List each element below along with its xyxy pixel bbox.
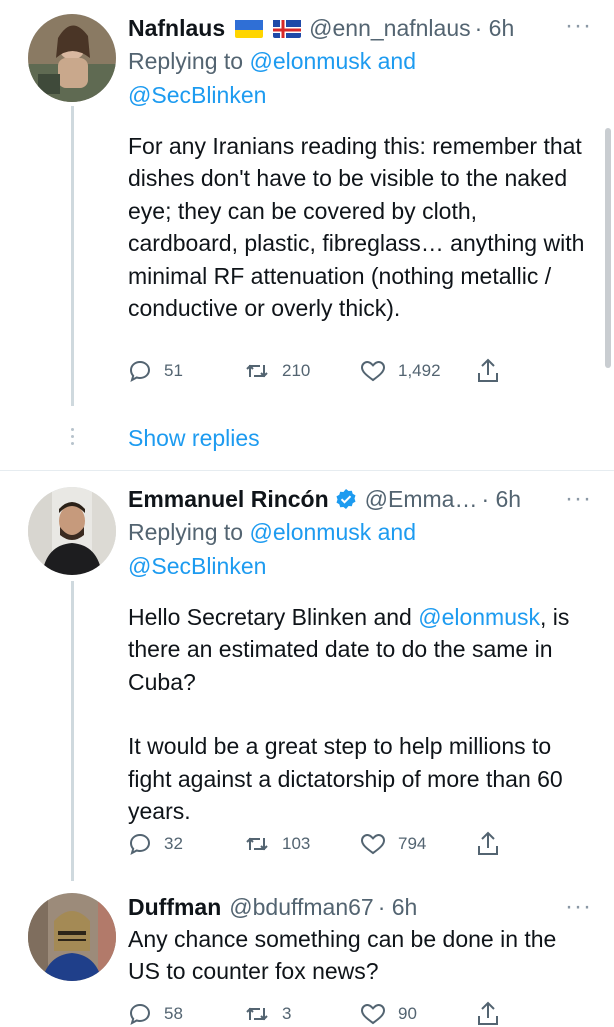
avatar[interactable] [28,14,116,102]
more-options-icon[interactable]: ··· [565,12,592,40]
reply-button[interactable]: 51 [128,359,244,383]
share-button[interactable] [476,358,500,384]
more-options-icon[interactable]: ··· [565,485,592,513]
like-button[interactable]: 90 [360,1002,476,1026]
timestamp[interactable]: · 6h [378,893,418,921]
user-handle[interactable]: @bduffman67 [229,893,373,921]
mention-link[interactable]: @elonmusk [418,604,540,630]
mention-link[interactable]: @elonmusk and [249,519,416,545]
like-button[interactable]: 1,492 [360,359,476,383]
reply-icon [129,360,151,382]
share-icon [478,831,498,855]
tweet-text: For any Iranians reading this: remember … [128,133,585,322]
heart-icon [360,360,386,382]
display-name[interactable]: Emmanuel Rincón [128,485,329,513]
retweet-icon [246,364,268,378]
display-name[interactable]: Nafnlaus [128,14,225,42]
more-options-icon[interactable]: ··· [565,893,592,921]
heart-icon [360,1003,386,1025]
reply-icon [129,833,151,855]
reply-button[interactable]: 58 [128,1002,244,1026]
mention-link[interactable]: @SecBlinken [128,82,266,108]
tweet-text: Any chance something can be done in the … [128,926,557,985]
thread-ellipsis-icon [69,428,75,449]
replying-to: Replying to @elonmusk and @SecBlinken [128,519,417,579]
ukraine-flag-icon [235,18,264,38]
mention-link[interactable]: @SecBlinken [128,553,266,579]
show-replies-link[interactable]: Show replies [128,425,260,452]
tweet-1[interactable]: Nafnlaus @enn_nafnlaus · 6h Replying to … [0,0,614,470]
verified-badge-icon [335,488,357,510]
tweet-text: Hello Secretary Blinken and @elonmusk, i… [128,604,570,695]
retweet-button[interactable]: 210 [244,359,360,383]
display-name[interactable]: Duffman [128,893,221,921]
reply-button[interactable]: 32 [128,832,244,856]
share-icon [478,358,498,382]
retweet-button[interactable]: 103 [244,832,360,856]
reply-icon [129,1003,151,1025]
retweet-icon [246,837,268,851]
timestamp[interactable]: · 6h [481,485,521,513]
iceland-flag-icon [273,18,302,38]
tweet-2[interactable]: Emmanuel Rincón @Emma… · 6h Replying to … [0,471,614,881]
share-button[interactable] [476,831,500,857]
share-button[interactable] [476,1001,500,1027]
avatar[interactable] [28,487,116,575]
tweet-3[interactable]: Duffman @bduffman67 · 6h Any chance some… [0,881,614,1027]
like-button[interactable]: 794 [360,832,476,856]
mention-link[interactable]: @elonmusk and [249,48,416,74]
retweet-icon [246,1007,268,1021]
timestamp[interactable]: · 6h [475,14,515,42]
tweet-text-paragraph: It would be a great step to help million… [128,733,563,825]
share-icon [478,1001,498,1025]
user-handle[interactable]: @enn_nafnlaus [309,14,470,42]
replying-to: Replying to @elonmusk and @SecBlinken [128,48,417,108]
heart-icon [360,833,386,855]
scrollbar[interactable] [605,128,611,368]
avatar[interactable] [28,893,116,981]
user-handle[interactable]: @Emma… [365,485,478,513]
retweet-button[interactable]: 3 [244,1002,360,1026]
